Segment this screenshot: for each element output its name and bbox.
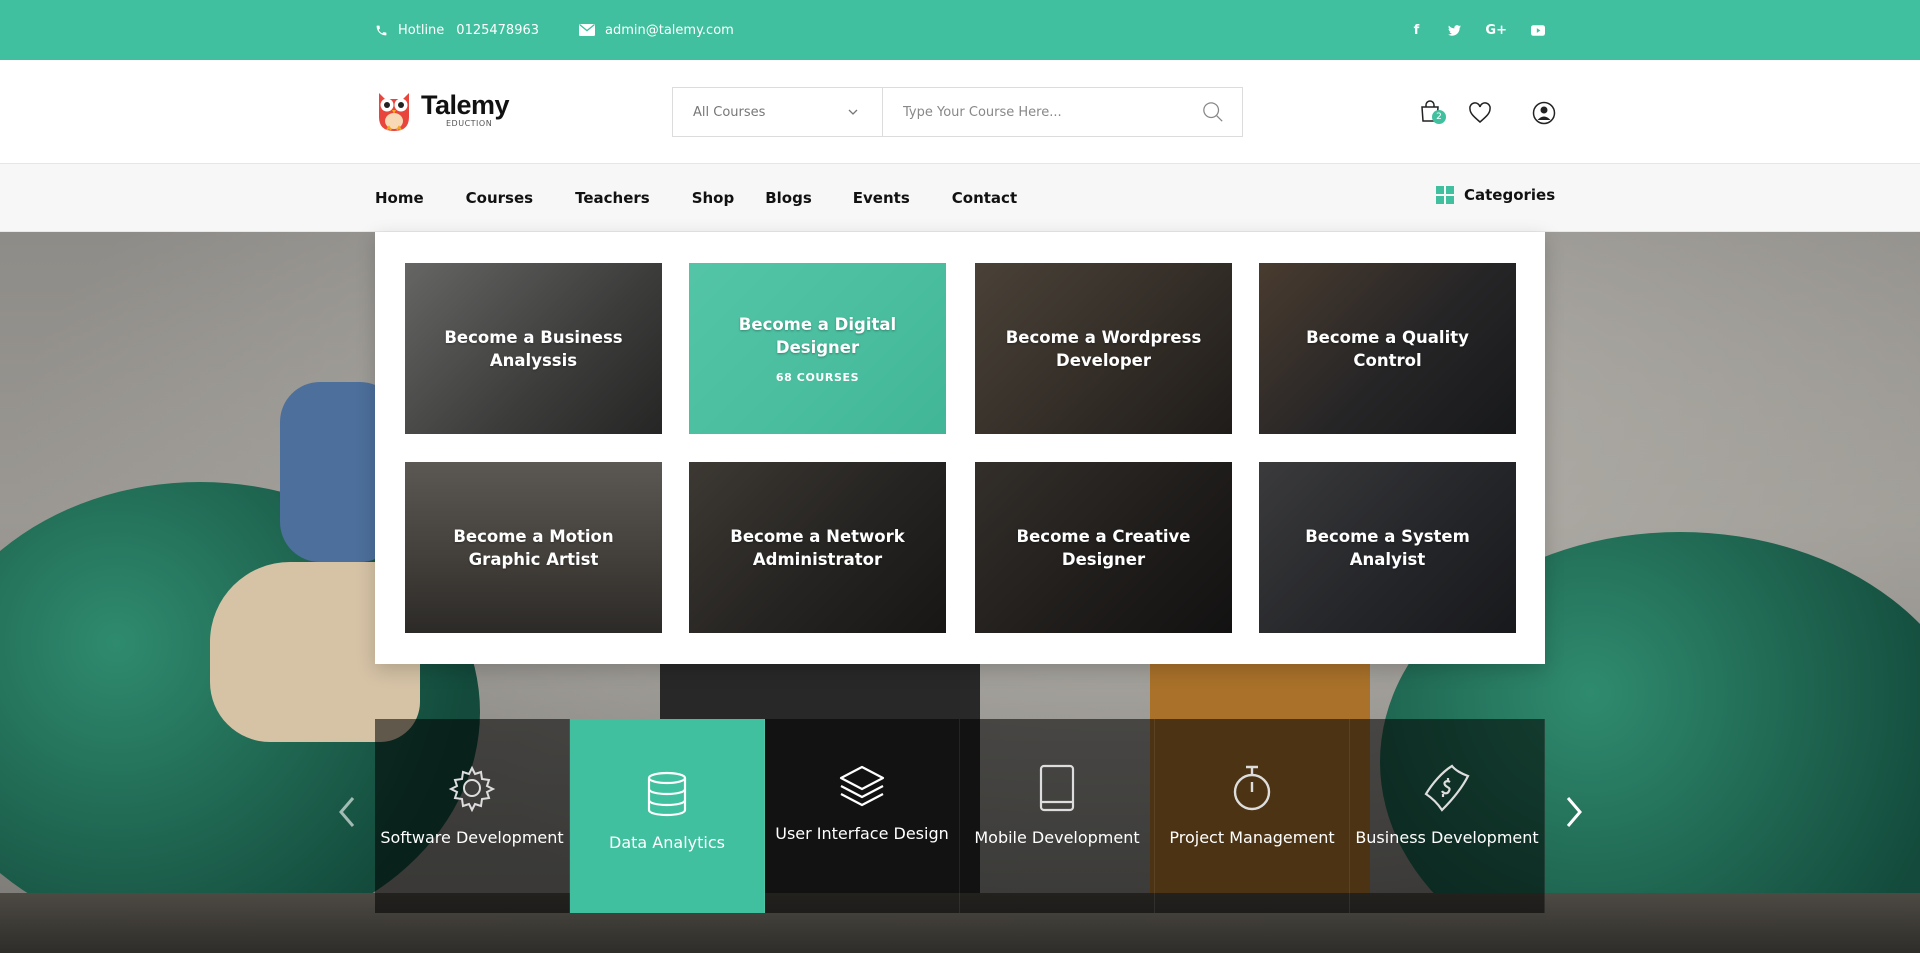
category-label: Business Development: [1355, 828, 1539, 847]
money-icon: [1424, 764, 1470, 812]
category-software-development[interactable]: Software Development: [375, 719, 570, 913]
logo[interactable]: Talemy EDUCTION: [375, 87, 510, 133]
nav-teachers[interactable]: Teachers: [575, 189, 650, 207]
heart-icon[interactable]: [1468, 102, 1492, 124]
hotline[interactable]: Hotline 0125478963: [375, 23, 539, 38]
cart-button[interactable]: 2: [1420, 100, 1446, 126]
twitter-icon[interactable]: [1447, 24, 1461, 36]
nav-shop[interactable]: Shop: [692, 189, 735, 207]
top-bar: Hotline 0125478963 admin@talemy.com f G+: [0, 0, 1920, 60]
tile-title: Become a Network Administrator: [730, 526, 905, 569]
category-mobile-development[interactable]: Mobile Development: [960, 719, 1155, 913]
phone-icon: [376, 25, 387, 35]
gear-icon: [448, 765, 496, 812]
category-user-interface-design[interactable]: User Interface Design: [765, 719, 960, 913]
nav-blogs[interactable]: Blogs: [765, 189, 812, 207]
course-category-value: All Courses: [693, 104, 766, 120]
course-tile-motion-graphic-artist[interactable]: Become a Motion Graphic Artist: [405, 462, 662, 633]
user-icon[interactable]: [1532, 101, 1556, 125]
category-label: Software Development: [380, 828, 564, 847]
category-label: Project Management: [1169, 828, 1335, 847]
brand-name: Talemy: [421, 90, 510, 120]
category-label: Data Analytics: [609, 833, 725, 852]
tile-title: Become a Quality Control: [1306, 327, 1469, 370]
youtube-icon[interactable]: [1531, 24, 1545, 36]
owl-logo-icon: [379, 93, 409, 131]
nav-contact[interactable]: Contact: [952, 189, 1017, 207]
site-header: Talemy EDUCTION All Courses 2: [0, 60, 1920, 164]
grid-icon: [1436, 186, 1454, 204]
layers-icon: [839, 765, 885, 807]
facebook-icon[interactable]: f: [1409, 23, 1423, 38]
course-search: All Courses: [672, 87, 1243, 137]
main-nav: Home Courses Teachers Shop Blogs Events …: [0, 164, 1920, 232]
tile-course-count: 68 COURSES: [775, 371, 860, 384]
social-links: f G+: [1409, 23, 1545, 38]
chevron-left-icon[interactable]: [338, 795, 356, 829]
nav-home[interactable]: Home: [375, 189, 424, 207]
header-actions: 2: [1420, 100, 1556, 126]
category-carousel: Software Development Data Analytics User…: [375, 719, 1545, 913]
course-tile-network-administrator[interactable]: Become a Network Administrator: [689, 462, 946, 633]
tile-title: Become a Motion Graphic Artist: [453, 526, 614, 569]
hotline-label: Hotline: [398, 22, 445, 38]
chevron-right-icon[interactable]: [1565, 795, 1583, 829]
tile-title: Become a Creative Designer: [1016, 526, 1191, 569]
cart-count-badge: 2: [1432, 110, 1446, 124]
course-tile-digital-designer[interactable]: Become a Digital Designer 68 COURSES: [689, 263, 946, 434]
tile-title: Become a Wordpress Developer: [1005, 327, 1202, 370]
chevron-down-icon: [848, 109, 858, 115]
category-data-analytics[interactable]: Data Analytics: [570, 719, 765, 913]
envelope-icon: [579, 24, 596, 36]
course-tile-business-analysis[interactable]: Become a Business Analyssis: [405, 263, 662, 434]
email-address: admin@talemy.com: [605, 22, 734, 38]
course-tile-quality-control[interactable]: Become a Quality Control: [1259, 263, 1516, 434]
mobile-icon: [1039, 764, 1075, 812]
course-tile-wordpress-developer[interactable]: Become a Wordpress Developer: [975, 263, 1232, 434]
category-label: User Interface Design: [775, 824, 949, 843]
category-business-development[interactable]: Business Development: [1350, 719, 1545, 913]
brand-tagline: EDUCTION: [446, 119, 493, 128]
google-plus-icon[interactable]: G+: [1485, 23, 1507, 38]
category-project-management[interactable]: Project Management: [1155, 719, 1350, 913]
course-category-select[interactable]: All Courses: [673, 88, 883, 136]
course-tile-creative-designer[interactable]: Become a Creative Designer: [975, 462, 1232, 633]
database-icon: [647, 771, 687, 817]
tile-title: Become a System Analyist: [1305, 526, 1470, 569]
tile-title: Become a Digital Designer: [738, 315, 897, 357]
nav-events[interactable]: Events: [853, 189, 910, 207]
search-icon[interactable]: [1202, 101, 1224, 123]
course-tile-system-analyist[interactable]: Become a System Analyist: [1259, 462, 1516, 633]
category-label: Mobile Development: [974, 828, 1140, 847]
categories-mega-menu: Become a Business Analyssis Become a Dig…: [375, 232, 1545, 664]
tile-title: Become a Business Analyssis: [444, 327, 623, 370]
nav-courses[interactable]: Courses: [466, 189, 533, 207]
email-contact[interactable]: admin@talemy.com: [579, 23, 734, 38]
hotline-number: 0125478963: [456, 22, 540, 38]
categories-button[interactable]: Categories: [1436, 186, 1555, 204]
stopwatch-icon: [1233, 765, 1271, 811]
categories-label: Categories: [1464, 186, 1556, 204]
search-input[interactable]: [903, 104, 1202, 120]
